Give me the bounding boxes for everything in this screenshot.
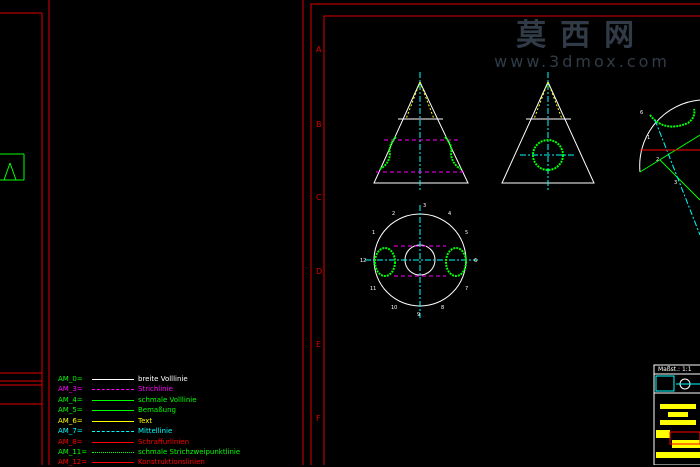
point-label: 2	[656, 157, 660, 163]
zone-label-e: E	[316, 340, 322, 349]
legend-row-am4: AM_4= schmale Volllinie	[58, 395, 197, 405]
watermark-brand: 莫西网	[516, 18, 649, 53]
point-label: 5	[465, 230, 469, 236]
point-label: 1	[647, 135, 651, 141]
zone-label-b: B	[316, 120, 322, 129]
right-sheet-frame	[310, 3, 700, 465]
line-style-sample	[92, 461, 134, 463]
legend-code: AM_12=	[58, 458, 88, 466]
top-view	[365, 205, 478, 318]
line-style-sample	[92, 441, 134, 443]
point-label: 6	[640, 110, 644, 116]
legend-label: Strichlinie	[138, 385, 173, 393]
point-label: 12	[360, 258, 367, 264]
cone-front-view	[373, 72, 469, 192]
legend-row-am12: AM_12= Konstruktionslinien	[58, 457, 205, 467]
legend-code: AM_8=	[58, 438, 83, 446]
legend-code: AM_6=	[58, 417, 83, 425]
legend-label: Text	[138, 417, 153, 425]
point-label: 3	[674, 180, 678, 186]
legend-row-am6: AM_6= Text	[58, 416, 152, 426]
line-style-sample	[92, 378, 134, 380]
zone-label-c: C	[316, 193, 322, 202]
watermark: 莫西网 www.3dmox.com	[494, 10, 670, 71]
cone-section-view	[501, 72, 595, 192]
legend-row-am0: AM_0= breite Volllinie	[58, 374, 188, 384]
legend-row-am11: AM_11= schmale Strichzweipunktlinie	[58, 447, 240, 457]
legend-code: AM_11=	[58, 448, 88, 456]
watermark-url: www.3dmox.com	[494, 52, 670, 71]
legend-label: breite Volllinie	[138, 375, 188, 383]
legend-code: AM_0=	[58, 375, 83, 383]
zone-label-a: A	[316, 45, 322, 54]
legend-row-am7: AM_7= Mittellinie	[58, 426, 172, 436]
point-label: 11	[370, 286, 377, 292]
line-style-sample	[92, 409, 134, 411]
legend-code: AM_4=	[58, 396, 83, 404]
line-style-sample	[92, 399, 134, 401]
title-block	[653, 364, 700, 465]
legend-label: schmale Strichzweipunktlinie	[138, 448, 241, 456]
point-label: 2	[392, 211, 396, 217]
line-style-sample	[92, 451, 134, 453]
point-label: 4	[448, 211, 452, 217]
point-label: 8	[441, 305, 445, 311]
left-partial-shape	[0, 153, 25, 181]
zone-label-d: D	[316, 267, 323, 276]
point-label: 1	[372, 230, 376, 236]
line-style-sample	[92, 430, 134, 432]
left-sheet	[0, 0, 50, 465]
point-label: 9	[417, 312, 421, 318]
zone-label-f: F	[316, 414, 321, 423]
point-label: 10	[391, 305, 398, 311]
legend-label: Mittellinie	[138, 427, 173, 435]
point-label: 6	[474, 258, 478, 264]
legend-row-am3: AM_3= Strichlinie	[58, 384, 173, 394]
legend-label: Schraffurlinien	[138, 438, 190, 446]
legend-row-am5: AM_5= Bemaßung	[58, 405, 176, 415]
line-style-sample	[92, 388, 134, 390]
point-label: 3	[423, 203, 427, 209]
legend-code: AM_5=	[58, 406, 83, 414]
legend-code: AM_7=	[58, 427, 83, 435]
legend-label: Bemaßung	[138, 406, 176, 414]
scale-label: Maßst.: 1:1	[658, 366, 692, 373]
line-style-sample	[92, 420, 134, 422]
point-label: 7	[465, 286, 469, 292]
side-partial-view	[639, 99, 700, 236]
legend-row-am8: AM_8= Schraffurlinien	[58, 437, 189, 447]
legend-code: AM_3=	[58, 385, 83, 393]
legend-label: schmale Volllinie	[138, 396, 197, 404]
